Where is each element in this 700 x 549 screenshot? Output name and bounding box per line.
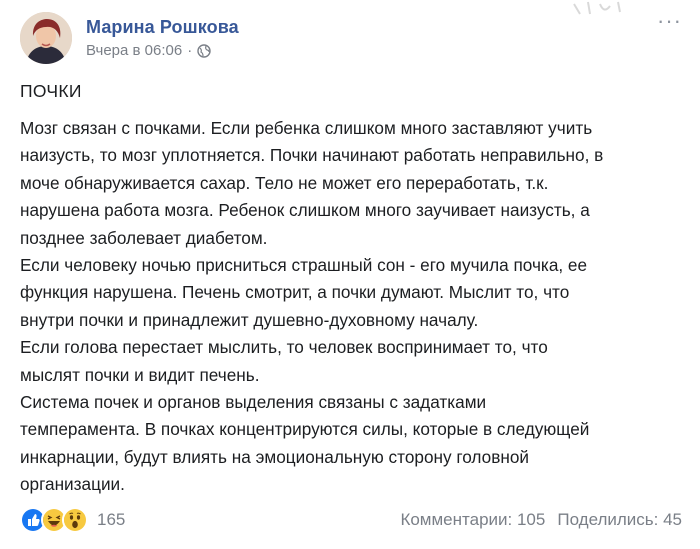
- post-line: позднее заболевает диабетом.: [20, 227, 268, 248]
- post-meta: Вчера в 06:06 ·: [86, 42, 239, 60]
- reaction-icons: [20, 507, 88, 533]
- reactions-summary[interactable]: 165: [20, 507, 125, 533]
- post-footer: 165 Комментарии: 105 Поделились: 45: [20, 506, 682, 534]
- post-stats: Комментарии: 105 Поделились: 45: [400, 510, 682, 530]
- post-line: функция нарушена. Печень смотрит, а почк…: [20, 282, 570, 303]
- post-line: Если голова перестает мыслить, то челове…: [20, 337, 548, 358]
- shares-count-link[interactable]: Поделились: 45: [557, 510, 682, 530]
- post-line: Мозг связан с почками. Если ребенка слиш…: [20, 118, 593, 138]
- comments-count-link[interactable]: Комментарии: 105: [400, 510, 545, 530]
- post-line: наизусть, то мозг уплотняется. Почки нач…: [20, 145, 604, 166]
- post-line: мыслят почки и видит печень.: [20, 364, 260, 385]
- post-line: темперамента. В почках концентрируются с…: [20, 419, 590, 440]
- post-text: Мозг связан с почками. Если ребенка слиш…: [20, 115, 682, 499]
- more-options-button[interactable]: ···: [657, 8, 682, 34]
- meta-separator: ·: [187, 42, 193, 59]
- post-header: Марина Рошкова Вчера в 06:06 ·: [20, 12, 239, 64]
- avatar-image: [20, 12, 72, 64]
- globe-icon: [197, 44, 211, 58]
- author-block: Марина Рошкова Вчера в 06:06 ·: [86, 16, 239, 60]
- facebook-post: Марина Рошкова Вчера в 06:06 · ··· ПОЧКИ…: [0, 0, 700, 549]
- watermark-ghost: [570, 0, 630, 25]
- avatar[interactable]: [20, 12, 72, 64]
- post-line: Если человеку ночью присниться страшный …: [20, 255, 588, 276]
- post-title: ПОЧКИ: [20, 81, 82, 101]
- post-line: инкарнации, будут влиять на эмоциональну…: [20, 446, 529, 467]
- post-timestamp[interactable]: Вчера в 06:06: [86, 42, 182, 60]
- post-line: организации.: [20, 474, 125, 495]
- wow-icon: [62, 507, 88, 533]
- post-line: внутри почки и принадлежит душевно-духов…: [20, 309, 479, 330]
- author-name[interactable]: Марина Рошкова: [86, 16, 239, 38]
- post-line: Система почек и органов выделения связан…: [20, 392, 487, 413]
- post-body: ПОЧКИ Мозг связан с почками. Если ребенк…: [20, 80, 682, 499]
- post-line: моче обнаруживается сахар. Тело не может…: [20, 172, 549, 193]
- reaction-count[interactable]: 165: [97, 510, 125, 530]
- post-line: нарушена работа мозга. Ребенок слишком м…: [20, 200, 590, 221]
